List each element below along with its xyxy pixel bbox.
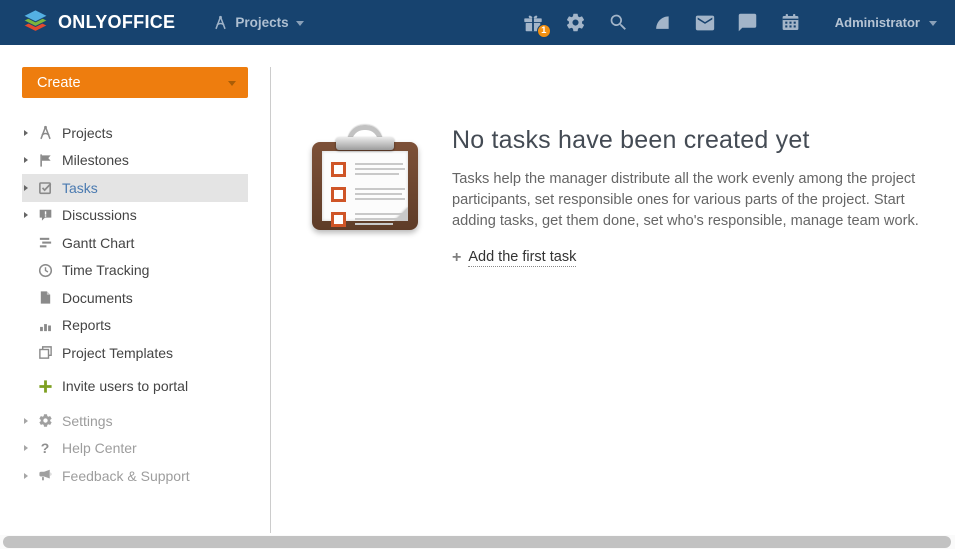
empty-state-panel: No tasks have been created yet Tasks hel… — [452, 124, 947, 535]
sidebar-item-label: Reports — [62, 317, 111, 333]
create-button-label: Create — [37, 75, 81, 91]
sidebar-item-label: Documents — [62, 290, 133, 306]
paper-text-line — [355, 213, 404, 215]
sidebar-item-label: Time Tracking — [62, 262, 149, 278]
plus-icon: + — [452, 250, 461, 266]
checkbox-graphic — [331, 162, 346, 177]
sidebar: Create Projects Milestones — [0, 45, 270, 535]
sidebar-item-milestones[interactable]: Milestones — [22, 147, 248, 175]
discussions-icon — [37, 207, 53, 223]
expand-arrow-icon[interactable] — [24, 445, 37, 451]
expand-arrow-icon[interactable] — [24, 130, 37, 136]
tasks-icon — [37, 180, 53, 196]
calendar-icon[interactable] — [779, 11, 803, 35]
settings-icon[interactable] — [564, 11, 588, 35]
navbar-icons: 1 — [521, 11, 803, 35]
paper-text-line — [355, 198, 405, 200]
search-icon[interactable] — [607, 11, 631, 35]
gear-icon — [37, 413, 53, 429]
chevron-down-icon — [929, 21, 937, 26]
sidebar-item-tasks[interactable]: Tasks — [22, 174, 248, 202]
expand-arrow-icon[interactable] — [24, 157, 37, 163]
sidebar-item-label: Settings — [62, 413, 113, 429]
scrollbar-thumb[interactable] — [3, 536, 951, 548]
sidebar-item-label: Projects — [62, 125, 113, 141]
time-tracking-icon — [37, 262, 53, 278]
mail-icon[interactable] — [693, 11, 717, 35]
paper-text-line — [355, 223, 393, 225]
documents-icon — [37, 290, 53, 306]
invite-users-label: Invite users to portal — [62, 378, 188, 394]
add-first-task-button[interactable]: + Add the first task — [452, 249, 576, 267]
user-menu[interactable]: Administrator — [835, 15, 937, 30]
invite-users-link[interactable]: Invite users to portal — [22, 373, 248, 401]
brand-name: ONLYOFFICE — [58, 12, 175, 33]
sidebar-footer-menu: Settings ? Help Center Feedback & Suppor… — [0, 407, 270, 490]
project-templates-icon — [37, 345, 53, 361]
main-content: No tasks have been created yet Tasks hel… — [270, 45, 955, 535]
clipboard-clip — [336, 137, 394, 150]
sidebar-item-label: Discussions — [62, 207, 137, 223]
sidebar-item-project-templates[interactable]: Project Templates — [22, 339, 248, 367]
sidebar-item-label: Help Center — [62, 440, 137, 456]
projects-module-icon — [213, 15, 228, 30]
sidebar-divider — [270, 67, 271, 533]
sidebar-item-label: Project Templates — [62, 345, 173, 361]
expand-arrow-icon[interactable] — [24, 212, 37, 218]
paper-text-line — [355, 193, 402, 195]
sidebar-item-gantt-chart[interactable]: Gantt Chart — [22, 229, 248, 257]
expand-arrow-icon[interactable] — [24, 418, 37, 424]
module-selector-projects[interactable]: Projects — [213, 15, 303, 30]
page-title: No tasks have been created yet — [452, 126, 947, 155]
plus-icon — [37, 378, 53, 394]
reports-icon — [37, 317, 53, 333]
paper-text-line — [355, 218, 400, 220]
user-name: Administrator — [835, 15, 920, 30]
checkbox-graphic — [331, 187, 346, 202]
megaphone-icon — [37, 468, 53, 484]
onlyoffice-layers-icon — [22, 9, 49, 36]
sidebar-item-label: Gantt Chart — [62, 235, 134, 251]
horizontal-scrollbar[interactable] — [0, 535, 955, 549]
empty-tasks-illustration — [310, 124, 420, 232]
chevron-down-icon — [296, 21, 304, 26]
expand-arrow-icon[interactable] — [24, 473, 37, 479]
checkbox-graphic — [331, 212, 346, 227]
chat-icon[interactable] — [736, 11, 760, 35]
paper-text-line — [355, 168, 405, 170]
sidebar-menu: Projects Milestones Tasks — [0, 119, 270, 490]
gift-badge: 1 — [537, 24, 551, 38]
feed-icon[interactable] — [650, 11, 674, 35]
chevron-down-icon — [228, 81, 236, 86]
gantt-chart-icon — [37, 235, 53, 251]
sidebar-item-help-center[interactable]: ? Help Center — [22, 435, 248, 463]
gift-icon[interactable]: 1 — [521, 11, 545, 35]
expand-arrow-icon[interactable] — [24, 185, 37, 191]
sidebar-item-discussions[interactable]: Discussions — [22, 202, 248, 230]
sidebar-item-label: Feedback & Support — [62, 468, 190, 484]
onlyoffice-logo[interactable]: ONLYOFFICE — [22, 9, 175, 36]
sidebar-item-documents[interactable]: Documents — [22, 284, 248, 312]
sidebar-item-reports[interactable]: Reports — [22, 312, 248, 340]
module-label: Projects — [235, 15, 288, 30]
milestones-icon — [37, 152, 53, 168]
sidebar-item-feedback-support[interactable]: Feedback & Support — [22, 462, 248, 490]
projects-icon — [37, 125, 53, 141]
paper-text-line — [355, 163, 403, 165]
sidebar-item-settings[interactable]: Settings — [22, 407, 248, 435]
sidebar-item-label: Milestones — [62, 152, 129, 168]
question-mark-icon: ? — [37, 440, 53, 456]
paper-text-line — [355, 188, 405, 190]
sidebar-item-time-tracking[interactable]: Time Tracking — [22, 257, 248, 285]
sidebar-item-label: Tasks — [62, 180, 98, 196]
paper-text-line — [355, 173, 399, 175]
top-navbar: ONLYOFFICE Projects 1 — [0, 0, 955, 45]
add-first-task-label: Add the first task — [468, 249, 576, 267]
create-button[interactable]: Create — [22, 67, 248, 98]
sidebar-item-projects[interactable]: Projects — [22, 119, 248, 147]
empty-state-description: Tasks help the manager distribute all th… — [452, 169, 947, 232]
